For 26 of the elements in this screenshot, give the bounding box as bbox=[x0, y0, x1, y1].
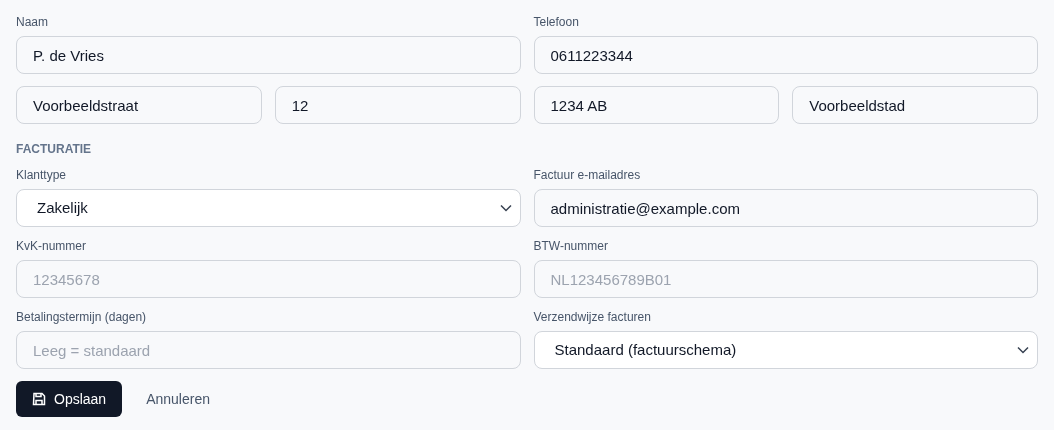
input-field[interactable]: administratie@example.com bbox=[533, 189, 1038, 227]
input-field[interactable]: 1234 AB bbox=[533, 86, 780, 124]
input-field[interactable]: 12 bbox=[274, 86, 521, 124]
dropdown[interactable]: Standaard (factuurschema) bbox=[533, 331, 1038, 369]
floppy-disk-icon bbox=[32, 392, 46, 406]
input-field[interactable]: Leeg = standaard bbox=[16, 331, 521, 369]
field-label: Naam bbox=[16, 15, 49, 29]
input-field[interactable]: Voorbeeldstraat bbox=[16, 86, 262, 124]
input-field[interactable]: NL123456789B01 bbox=[533, 260, 1038, 298]
field-label: Telefoon bbox=[533, 15, 580, 29]
cancel-button[interactable]: Annuleren bbox=[146, 388, 210, 410]
input-field[interactable]: Voorbeeldstad bbox=[792, 86, 1038, 124]
field-label: Verzendwijze facturen bbox=[533, 310, 652, 324]
field-label: Klanttype bbox=[16, 168, 68, 182]
input-field[interactable]: P. de Vries bbox=[16, 36, 521, 74]
section-heading: FACTURATIE bbox=[16, 141, 93, 158]
field-label: KvK-nummer bbox=[16, 239, 87, 253]
chevron-down-icon bbox=[499, 204, 512, 212]
chevron-down-icon bbox=[1017, 346, 1029, 354]
input-field[interactable]: 0611223344 bbox=[533, 36, 1038, 74]
dropdown[interactable]: Zakelijk bbox=[16, 189, 521, 227]
field-label: BTW-nummer bbox=[533, 239, 609, 253]
field-label: Betalingstermijn (dagen) bbox=[16, 310, 148, 324]
input-field[interactable]: 12345678 bbox=[16, 260, 521, 298]
field-label: Factuur e-mailadres bbox=[533, 168, 642, 182]
save-button[interactable]: Opslaan bbox=[16, 381, 123, 417]
